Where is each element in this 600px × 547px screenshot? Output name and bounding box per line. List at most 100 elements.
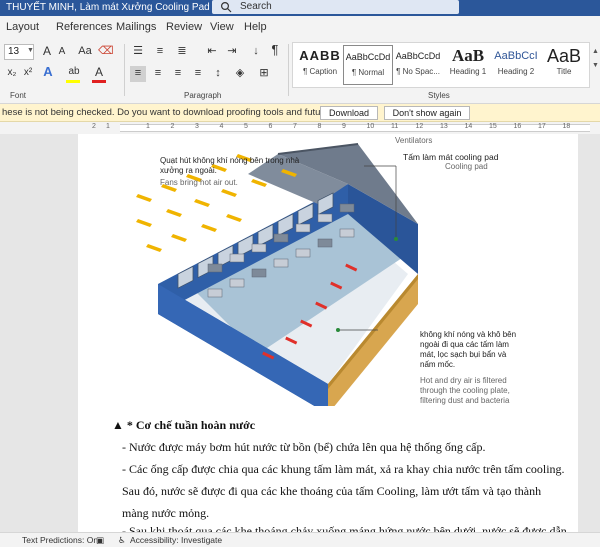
increase-indent-icon[interactable]: ⇥ — [224, 44, 240, 60]
ribbon: 13 ▼ A A Aa ⌫ x₂ x² A ab A Font ☰ ≡ ≣ ⇤ … — [0, 40, 600, 104]
message-text: hese is not being checked. Do you want t… — [2, 107, 371, 118]
multilevel-list-icon[interactable]: ≣ — [174, 44, 190, 60]
shading-icon[interactable]: ◈ — [232, 66, 248, 82]
status-bar: Text Predictions: On ▣ ♿ Accessibility: … — [0, 532, 600, 547]
tab-references[interactable]: References — [56, 21, 112, 33]
style-heading-1[interactable]: AaB Heading 1 — [443, 45, 493, 85]
paragraph-group-label: Paragraph — [184, 91, 222, 100]
style-caption[interactable]: AABB ¶ Caption — [295, 45, 345, 85]
font-group-label: Font — [10, 91, 27, 100]
ruler-number: 15 — [489, 123, 497, 130]
style-name: Heading 2 — [497, 67, 535, 76]
highlight-color-bar — [66, 80, 80, 83]
body-line: Sau đó, nước sẽ được đi qua các khe thoá… — [122, 484, 542, 498]
style-name: ¶ Caption — [302, 67, 338, 76]
tab-view[interactable]: View — [210, 21, 234, 33]
ruler-number: 7 — [293, 123, 297, 130]
style-heading-2[interactable]: AaBbCcI Heading 2 — [491, 45, 541, 85]
ruler-number: 14 — [464, 123, 473, 130]
body-line: - Nước được máy bơm hút nước từ bồn (bể)… — [122, 440, 486, 454]
styles-gallery: AABB ¶ Caption AaBbCcDd ¶ Normal AaBbCcD… — [292, 42, 590, 88]
font-color-bar — [92, 80, 106, 83]
fan-label-en: Fans bring hot air out. — [160, 178, 238, 187]
pad-label-en: Cooling pad — [445, 162, 488, 171]
styles-scroll-up-icon[interactable]: ▲ — [592, 48, 599, 55]
ruler-number: 9 — [342, 123, 346, 130]
style-sample: AaBbCcI — [494, 50, 538, 62]
horizontal-ruler[interactable]: 2 1 1 2 3 4 5 6 7 8 9 10 11 12 13 14 15 16 17 18 — [0, 122, 600, 134]
ruler-number: 3 — [195, 123, 199, 130]
search-placeholder: Search — [240, 1, 272, 12]
styles-group-label: Styles — [428, 91, 450, 100]
accessibility-status[interactable]: Accessibility: Investigate — [130, 535, 222, 545]
show-formatting-button[interactable]: ¶ — [268, 43, 282, 59]
tab-review[interactable]: Review — [166, 21, 202, 33]
style-name: ¶ No Spac... — [396, 67, 440, 76]
justify-icon[interactable]: ≡ — [190, 66, 206, 82]
macro-recording-icon[interactable]: ▣ — [96, 535, 104, 546]
accessibility-icon: ♿ — [118, 535, 126, 545]
ruler-number: 13 — [440, 123, 448, 130]
ruler-number: 10 — [366, 123, 375, 130]
grow-font-button[interactable]: A — [40, 44, 54, 60]
decrease-indent-icon[interactable]: ⇤ — [204, 44, 220, 60]
highlight-button[interactable]: ab — [66, 65, 82, 81]
ruler-number: 2 — [170, 123, 175, 130]
styles-scroll-down-icon[interactable]: ▼ — [592, 62, 599, 69]
tab-mailings[interactable]: Mailings — [116, 21, 156, 33]
clear-formatting-icon[interactable]: ⌫ — [98, 44, 114, 60]
align-left-icon[interactable]: ≡ — [130, 66, 146, 82]
font-color-button[interactable]: A — [92, 65, 106, 81]
ruler-number: 5 — [244, 123, 248, 130]
change-case-button[interactable]: Aa — [74, 44, 96, 60]
body-line: màng nước mỏng. — [122, 506, 210, 520]
style-name: Heading 1 — [449, 67, 487, 76]
section-heading: ▲ * Cơ chế tuần hoàn nước — [112, 418, 255, 433]
sort-icon[interactable]: ↓ — [248, 44, 264, 60]
align-right-icon[interactable]: ≡ — [170, 66, 186, 82]
chevron-down-icon[interactable]: ▼ — [27, 47, 34, 54]
ruler-number: 12 — [415, 123, 424, 130]
style-title[interactable]: AaB Title — [539, 45, 589, 85]
bullets-icon[interactable]: ☰ — [130, 44, 146, 60]
ruler-number: 18 — [562, 123, 571, 130]
ventilators-label: Ventilators — [395, 136, 433, 145]
search-box[interactable]: Search — [212, 0, 459, 14]
align-center-icon[interactable]: ≡ — [150, 66, 166, 82]
body-line: - Các ống cấp được chia qua các khung tấ… — [122, 462, 565, 476]
air-label-en: Hot and dry air is filtered through the … — [420, 376, 510, 405]
ruler-number: 4 — [219, 123, 224, 130]
dont-show-again-button[interactable]: Don't show again — [384, 106, 470, 120]
style-name: Title — [556, 67, 572, 76]
fan-label-vi: Quạt hút không khí nóng bên trong nhà xư… — [160, 156, 300, 175]
heading-marker: ▲ * — [112, 418, 133, 432]
style-normal[interactable]: AaBbCcDd ¶ Normal — [343, 45, 393, 85]
pad-label-vi: Tấm làm mát cooling pad — [403, 152, 499, 162]
ruler-number: 16 — [513, 123, 522, 130]
style-sample: AaB — [451, 46, 485, 65]
document-area[interactable]: Ventilators Quạt hút không khí nóng bên … — [0, 134, 600, 532]
borders-icon[interactable]: ⊞ — [256, 66, 272, 82]
title-bar: THUYẾT MINH, Làm mát Xưởng Cooling Pad S… — [0, 0, 600, 16]
subscript-button[interactable]: x₂ — [4, 66, 20, 82]
proofing-message-bar: hese is not being checked. Do you want t… — [0, 104, 600, 122]
shrink-font-button[interactable]: A — [56, 45, 68, 61]
text-effects-button[interactable]: A — [40, 65, 56, 81]
ruler-number: 11 — [391, 123, 399, 130]
superscript-button[interactable]: x² — [20, 66, 36, 82]
style-no-spacing[interactable]: AaBbCcDd ¶ No Spac... — [393, 45, 443, 85]
style-sample: AaBbCcDd — [345, 52, 391, 62]
search-icon — [220, 1, 232, 13]
download-button[interactable]: Download — [320, 106, 378, 120]
line-spacing-icon[interactable]: ↕ — [210, 66, 226, 82]
air-label-vi: không khí nóng và khô bên ngoài đi qua c… — [420, 330, 517, 369]
numbering-icon[interactable]: ≡ — [152, 44, 168, 60]
body-line: - Sau khi thoát qua các khe thoáng chảy … — [122, 524, 567, 532]
tab-layout[interactable]: Layout — [6, 21, 39, 33]
ruler-number: 17 — [538, 123, 546, 130]
text-predictions-status[interactable]: Text Predictions: On — [22, 535, 98, 545]
tab-help[interactable]: Help — [244, 21, 267, 33]
style-sample: AABB — [299, 48, 341, 63]
style-sample: AaBbCcDd — [395, 51, 441, 61]
heading-text: Cơ chế tuần hoàn nước — [135, 418, 256, 432]
